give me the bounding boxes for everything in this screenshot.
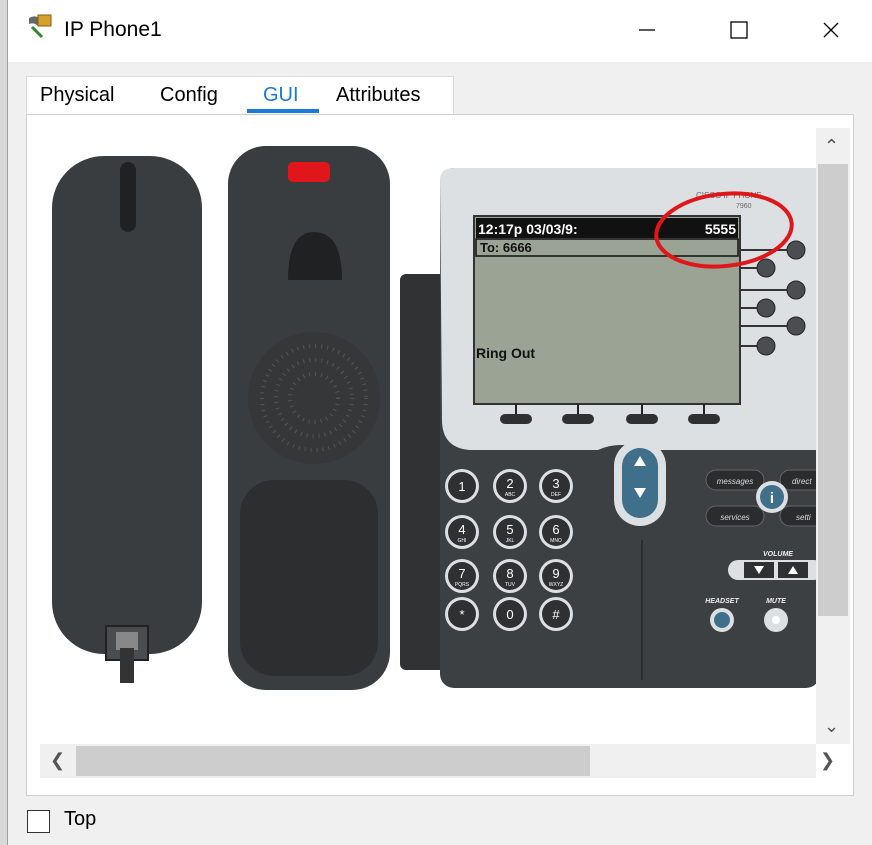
keypad-letters: GHI [458, 538, 467, 544]
keypad-digit: 0 [506, 607, 513, 622]
navigation-button[interactable] [614, 440, 666, 526]
title-bar: IP Phone1 [8, 0, 872, 62]
svg-text:direct: direct [792, 477, 812, 486]
top-checkbox-label: Top [64, 808, 97, 830]
keypad-key-star[interactable]: * [445, 597, 479, 631]
keypad-digit: 8 [506, 566, 513, 581]
active-tab-indicator [247, 109, 319, 113]
phone-console: CISCO IP PHONE 7960 12:17p 03/03/9: 5555… [400, 168, 816, 688]
keypad-digit: 9 [552, 566, 559, 581]
top-checkbox[interactable] [27, 810, 50, 833]
screen-extension: 5555 [705, 221, 736, 237]
model-label: 7960 [736, 203, 752, 210]
phone-view: CISCO IP PHONE 7960 12:17p 03/03/9: 5555… [40, 128, 816, 744]
keypad-letters: DEF [551, 492, 561, 498]
svg-text:messages: messages [717, 477, 753, 486]
keypad-key-5[interactable]: 5JKL [493, 515, 527, 549]
scroll-right-arrow-icon[interactable]: ❯ [820, 750, 835, 771]
message-waiting-light [288, 162, 330, 182]
keypad-digit: 3 [552, 476, 559, 491]
keypad-digit: 5 [506, 522, 513, 537]
maximize-icon [730, 21, 748, 39]
phone-illustration: CISCO IP PHONE 7960 12:17p 03/03/9: 5555… [52, 146, 816, 690]
svg-text:services: services [720, 513, 749, 522]
keypad-key-8[interactable]: 8TUV [493, 559, 527, 593]
svg-text:i: i [770, 490, 774, 507]
screen-status: Ring Out [476, 345, 535, 361]
minimize-icon [639, 29, 655, 31]
keypad-key-7[interactable]: 7PQRS [445, 559, 479, 593]
scroll-up-arrow-icon[interactable]: ⌃ [824, 136, 839, 157]
screen-datetime: 12:17p 03/03/9: [478, 221, 578, 237]
keypad-letters: PQRS [455, 582, 470, 588]
keypad-digit: 1 [458, 479, 465, 494]
keypad-key-6[interactable]: 6MNO [539, 515, 573, 549]
screen-to-line: To: 6666 [480, 240, 532, 255]
keypad-digit: 7 [458, 566, 465, 581]
keypad-digit: 4 [458, 522, 465, 537]
tab-config[interactable]: Config [160, 84, 218, 107]
tab-attributes[interactable]: Attributes [336, 84, 420, 107]
svg-text:setti: setti [796, 513, 811, 522]
keypad-key-0[interactable]: 0 [493, 597, 527, 631]
close-button[interactable] [808, 8, 854, 52]
keypad-key-3[interactable]: 3DEF [539, 469, 573, 503]
keypad-letters: MNO [550, 538, 562, 544]
keypad-letters: ABC [505, 492, 516, 498]
keypad-digit: 2 [506, 476, 513, 491]
keypad-key-1[interactable]: 1 [445, 469, 479, 503]
handset[interactable] [52, 156, 202, 683]
minimize-button[interactable] [624, 8, 670, 52]
keypad-key-hash[interactable]: # [539, 597, 573, 631]
phone-base [228, 146, 390, 690]
keypad-key-9[interactable]: 9WXYZ [539, 559, 573, 593]
tab-gui[interactable]: GUI [263, 84, 299, 107]
keypad-digit: # [552, 607, 560, 622]
svg-text:HEADSET: HEADSET [705, 598, 739, 605]
ip-phone-app-icon [29, 14, 52, 39]
window-left-border [0, 0, 8, 845]
scroll-left-arrow-icon[interactable]: ❮ [50, 750, 65, 771]
tab-physical[interactable]: Physical [40, 84, 114, 107]
keypad-key-2[interactable]: 2ABC [493, 469, 527, 503]
close-icon [823, 22, 839, 38]
scroll-down-arrow-icon[interactable]: ⌄ [824, 716, 839, 737]
horizontal-scroll-thumb[interactable] [76, 746, 590, 776]
svg-text:MUTE: MUTE [766, 598, 786, 605]
svg-text:VOLUME: VOLUME [763, 551, 793, 558]
keypad-letters: TUV [505, 582, 516, 588]
window-title: IP Phone1 [64, 18, 162, 41]
speaker-grille [248, 332, 380, 464]
keypad-letters: JKL [506, 538, 515, 544]
keypad-letters: WXYZ [549, 582, 563, 588]
keypad-digit: 6 [552, 522, 559, 537]
maximize-button[interactable] [716, 8, 762, 52]
vertical-scroll-thumb[interactable] [818, 164, 848, 616]
keypad-key-4[interactable]: 4GHI [445, 515, 479, 549]
keypad-digit: * [459, 607, 464, 622]
